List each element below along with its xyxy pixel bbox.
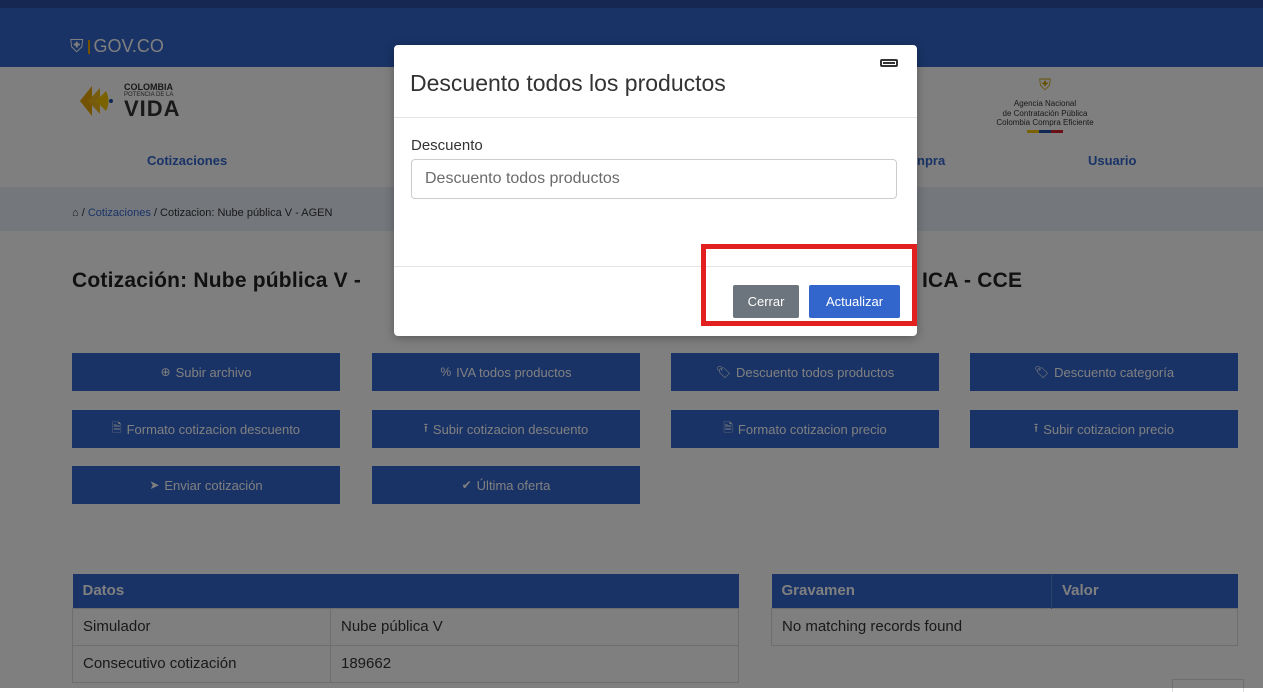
highlight-box: [701, 244, 917, 326]
discount-field-label: Descuento: [411, 137, 483, 154]
modal-header: Descuento todos los productos: [394, 45, 917, 118]
discount-input[interactable]: [411, 159, 897, 199]
minimize-close-icon[interactable]: [880, 59, 898, 67]
modal-title: Descuento todos los productos: [410, 70, 726, 96]
